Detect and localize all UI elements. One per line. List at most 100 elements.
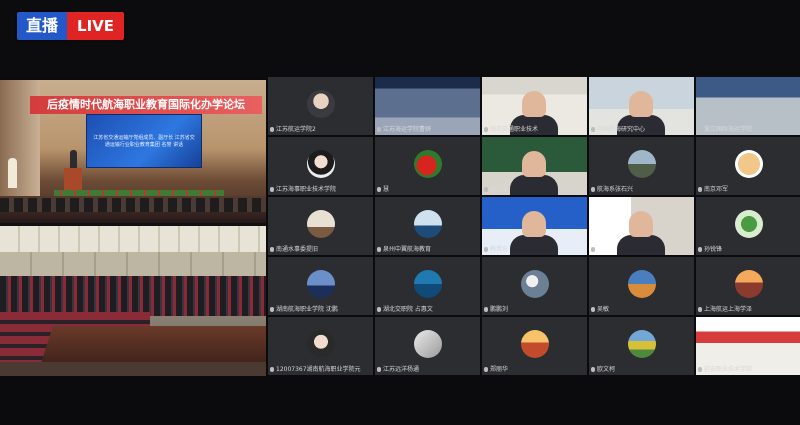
mic-icon [484,187,488,192]
participant-name: 泉州中翼航海教育 [377,246,431,254]
person-photo-icon [306,90,335,118]
mic-icon [591,367,595,372]
mic-icon [377,187,381,192]
participant-tile[interactable]: 湖北交职院 占惠文 [375,257,480,315]
participant-name-text: 吴敏 [597,306,610,313]
mic-icon [377,247,381,252]
auditorium-video [0,226,266,376]
participant-name: 南京交通职业技术 [484,126,538,134]
participant-name-text: 施正勇 [490,186,509,193]
forum-banner: 后疫情时代航海职业教育国际化办学论坛 [30,96,262,114]
sunset2-icon [520,330,549,358]
mic-icon [270,307,274,312]
ship-icon [413,210,442,238]
mic-icon [377,307,381,312]
mic-icon [270,187,274,192]
participant-name-text: 江苏航运学院2 [276,126,316,133]
mic-icon [270,367,274,372]
participant-tile[interactable]: 孙锐锋 [696,197,800,255]
participant-name-text: 江苏海事职业技术学院 [276,186,337,193]
mic-icon [591,307,595,312]
bottom-bar [0,378,800,425]
mic-icon [698,187,702,192]
participant-name-text: 延安职业技术学院 [704,366,753,373]
participant-tile[interactable]: 江苏航运学院2 [268,77,373,135]
participant-tile[interactable]: 湖南航海职业学院 沈鹏 [268,257,373,315]
participant-name [591,246,597,254]
participant-tile[interactable]: 航海系张石兴 [589,137,694,195]
mic-icon [698,367,702,372]
participant-name-text: 江苏远洋杨通 [383,366,420,373]
participant-body [617,235,665,255]
participant-tile[interactable]: 鹏鹏刘 [482,257,587,315]
participant-figure [629,91,653,117]
participant-name-text: 上海航运上海学泽 [704,306,753,313]
participant-tile[interactable]: 南通水事委提旧 [268,197,373,255]
participant-tile[interactable]: 慧 [375,137,480,195]
participant-tile[interactable]: 上海航运上海学泽 [696,257,800,315]
speaker-figure [70,150,77,168]
participant-name: 韩晋东 [484,246,508,254]
participant-tile[interactable] [589,197,694,255]
participant-tile[interactable]: 浙江国际海运学院 [696,77,800,135]
participant-tile[interactable]: 江苏海事职业技术学院 [268,137,373,195]
mic-icon [698,127,702,132]
participant-tile[interactable]: 南京交通职业技术 [482,77,587,135]
mic-icon [270,127,274,132]
participant-name-text: 12007367湖南航海职业学院元 [276,366,361,373]
participant-video [589,197,694,255]
participant-name-text: 郑丽华 [490,366,509,373]
participant-tile[interactable]: 泉州中翼航海教育 [375,197,480,255]
participant-name-text: 湖北交职院 占惠文 [383,306,433,313]
participant-tile[interactable]: 欧文柯 [589,317,694,375]
participant-name-text: 湖南航海职业学院 沈鹏 [276,306,338,313]
participant-name: 江苏海事职业技术学院 [270,186,336,194]
field-icon [627,330,656,358]
participant-tile[interactable]: 江苏海运学院曹妍 [375,77,480,135]
participant-name: 欧文柯 [591,366,615,374]
participant-tile[interactable]: 江苏远洋杨通 [375,317,480,375]
participant-tile[interactable]: 南京邓军 [696,137,800,195]
mic-icon [484,307,488,312]
mic-icon [377,127,381,132]
woman-photo-icon [306,150,335,178]
moon-icon [520,270,549,298]
participant-name: 吴敏 [591,306,609,314]
mic-icon [270,247,274,252]
participant-name-text: 南京邓军 [704,186,729,193]
participant-name: 12007367湖南航海职业学院元 [270,366,361,374]
participant-figure [522,211,546,237]
participant-figure [629,211,653,237]
participant-name-text: 欧文柯 [597,366,616,373]
stage-screen-text: 江苏省交通运输厅党组成员、副厅长 江苏省交通运输行业职业教育集团 名誉 讲话 [93,135,195,148]
participant-name-text: 南通水事委提旧 [276,246,319,253]
sketch-icon [413,330,442,358]
participant-figure [522,91,546,117]
participant-name: 中国航海研究中心 [591,126,645,134]
participant-name-text: 慧 [383,186,390,193]
mic-icon [591,127,595,132]
sunset-icon [734,270,763,298]
participant-tile[interactable]: 延安职业技术学院 [696,317,800,375]
audience [0,276,266,316]
participant-name-text: 孙锐锋 [704,246,723,253]
participant-tile[interactable]: 12007367湖南航海职业学院元 [268,317,373,375]
participant-name: 鹏鹏刘 [484,306,508,314]
mic-icon [377,367,381,372]
landscape-icon [627,150,656,178]
strawberry-icon [413,150,442,178]
participant-name: 慧 [377,186,389,194]
participant-tile[interactable]: 中国航海研究中心 [589,77,694,135]
stage-video: 后疫情时代航海职业教育国际化办学论坛 江苏省交通运输厅党组成员、副厅长 江苏省交… [0,80,266,223]
mic-icon [698,247,702,252]
participant-name-text: 泉州中翼航海教育 [383,246,432,253]
participant-tile[interactable]: 韩晋东 [482,197,587,255]
participant-tile[interactable]: 施正勇 [482,137,587,195]
live-badge-en: LIVE [67,12,125,40]
live-badge: 直播 LIVE [17,12,125,40]
participant-tile[interactable]: 郑丽华 [482,317,587,375]
participant-tile[interactable]: 吴敏 [589,257,694,315]
participant-name: 浙江国际海运学院 [698,126,752,134]
mic-icon [698,307,702,312]
seaside-icon [306,270,335,298]
